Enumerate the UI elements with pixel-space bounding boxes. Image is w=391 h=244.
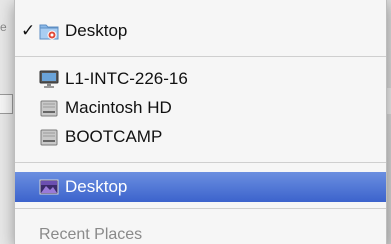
hard-drive-icon — [39, 127, 59, 147]
desktop-icon — [39, 177, 59, 197]
desktop-folder-icon — [39, 21, 59, 41]
background-window-edge: e — [0, 0, 15, 244]
menu-item-current-folder[interactable]: ✓ Desktop — [15, 16, 386, 46]
location-popup-menu[interactable]: ✓ Desktop L1-INTC-226-16 Macintosh HD BO… — [14, 0, 387, 244]
menu-item-bootcamp[interactable]: BOOTCAMP — [15, 122, 386, 152]
menu-separator — [15, 208, 386, 209]
background-text-fragment: e — [0, 20, 7, 34]
menu-item-desktop[interactable]: Desktop — [15, 172, 386, 202]
menu-item-label: Desktop — [65, 177, 128, 196]
menu-item-label: L1-INTC-226-16 — [65, 69, 188, 88]
menu-separator — [15, 162, 386, 163]
menu-item-macintosh-hd[interactable]: Macintosh HD — [15, 93, 386, 123]
screen: e ✓ Desktop L1-INTC-226-16 Macintosh HD … — [0, 0, 391, 244]
section-header-recent-places: Recent Places — [15, 220, 386, 244]
recent-places-header: Recent Places — [39, 226, 143, 243]
menu-item-label: Desktop — [65, 21, 128, 40]
hard-drive-icon — [39, 98, 59, 118]
menu-item-computer[interactable]: L1-INTC-226-16 — [15, 64, 386, 94]
computer-icon — [39, 69, 59, 89]
menu-separator — [15, 56, 386, 57]
checkmark-icon: ✓ — [21, 21, 36, 40]
menu-item-label: BOOTCAMP — [65, 127, 163, 146]
menu-item-label: Macintosh HD — [65, 98, 172, 117]
background-text-field — [0, 94, 13, 114]
